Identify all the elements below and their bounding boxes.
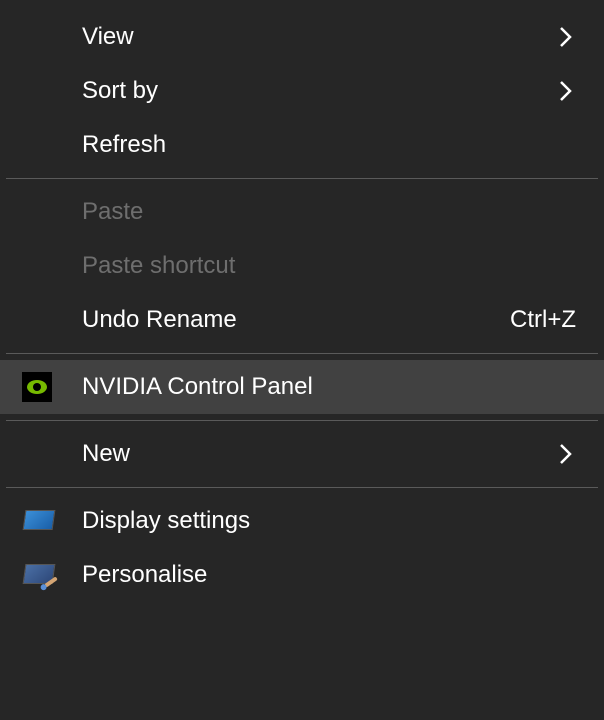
menu-item-nvidia-control-panel[interactable]: NVIDIA Control Panel [0,360,604,414]
chevron-right-icon [556,443,576,465]
menu-item-refresh[interactable]: Refresh [0,118,604,172]
menu-item-label: Personalise [62,561,576,589]
chevron-right-icon [556,26,576,48]
menu-item-label: Undo Rename [62,306,510,334]
personalise-icon [22,562,62,588]
menu-item-label: Refresh [62,131,576,159]
chevron-right-icon [556,80,576,102]
menu-item-label: View [62,23,556,51]
desktop-context-menu: View Sort by Refresh Paste Paste shortcu… [0,0,604,720]
menu-item-sort-by[interactable]: Sort by [0,64,604,118]
menu-separator [6,178,598,179]
menu-separator [6,420,598,421]
display-settings-icon [22,508,62,534]
menu-item-paste-shortcut: Paste shortcut [0,239,604,293]
menu-item-label: Paste shortcut [62,252,576,280]
menu-item-display-settings[interactable]: Display settings [0,494,604,548]
menu-item-label: Paste [62,198,576,226]
menu-item-paste: Paste [0,185,604,239]
menu-item-label: Display settings [62,507,576,535]
menu-separator [6,353,598,354]
menu-item-view[interactable]: View [0,10,604,64]
nvidia-icon [22,372,62,402]
menu-item-personalise[interactable]: Personalise [0,548,604,602]
menu-item-shortcut: Ctrl+Z [510,306,576,334]
menu-item-label: Sort by [62,77,556,105]
menu-item-label: New [62,440,556,468]
menu-separator [6,487,598,488]
menu-item-undo-rename[interactable]: Undo Rename Ctrl+Z [0,293,604,347]
menu-item-new[interactable]: New [0,427,604,481]
menu-item-label: NVIDIA Control Panel [62,373,576,401]
